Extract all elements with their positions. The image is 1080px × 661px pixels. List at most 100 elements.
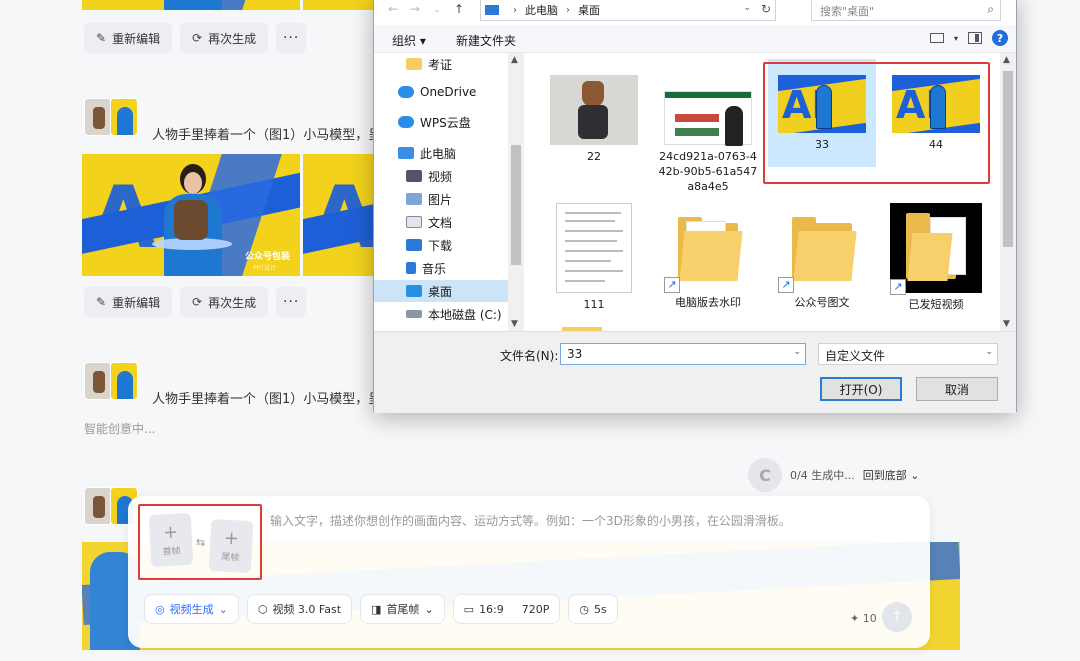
more-button[interactable]: ··· bbox=[276, 23, 307, 53]
shortcut-arrow-icon: ↗ bbox=[664, 277, 680, 293]
address-row: ← → ⌄ ↑ › 此电脑 › 桌面 ⌄ ↻ 搜索"桌面" ⌕ bbox=[374, 0, 1016, 23]
file-item-wechat-articles[interactable]: ↗ 公众号图文 bbox=[768, 213, 876, 310]
folder-shortcut-icon: ↗ bbox=[778, 213, 866, 293]
dialog-footer: 文件名(N): 33 ⌄ 自定义文件 ⌄ 打开(O) 取消 bbox=[374, 331, 1016, 413]
prompt-text: 人物手里捧着一个（图1）小马模型，呈现 bbox=[152, 128, 395, 143]
new-folder-button[interactable]: 新建文件夹 bbox=[456, 32, 516, 49]
nav-item-local-disk[interactable]: 本地磁盘 (C:) bbox=[374, 303, 508, 325]
reference-image-person[interactable] bbox=[110, 98, 138, 136]
file-grid-scrollbar[interactable]: ▲ ▼ bbox=[1000, 53, 1016, 331]
filetype-select[interactable]: 自定义文件 ⌄ bbox=[818, 343, 998, 365]
mode-select[interactable]: ◎ 视频生成 ⌄ bbox=[144, 594, 239, 624]
sparkle-icon: ✦ bbox=[850, 612, 860, 625]
document-thumbnail bbox=[556, 203, 632, 293]
address-bar[interactable]: › 此电脑 › 桌面 ⌄ ↻ bbox=[480, 0, 776, 21]
chevron-down-icon[interactable]: ⌄ bbox=[743, 3, 751, 13]
more-button[interactable]: ··· bbox=[276, 287, 307, 317]
re-edit-button[interactable]: ✎ 重新编辑 bbox=[84, 287, 173, 317]
regenerate-button[interactable]: ⟳ 再次生成 bbox=[180, 23, 269, 53]
last-frame-upload[interactable]: + 尾帧 bbox=[208, 518, 254, 574]
regenerate-button[interactable]: ⟳ 再次生成 bbox=[180, 287, 269, 317]
refresh-icon: ⟳ bbox=[192, 295, 203, 309]
nav-item-videos[interactable]: 视频 bbox=[374, 165, 508, 187]
breadcrumb-this-pc[interactable]: 此电脑 bbox=[525, 2, 558, 18]
nav-item-onedrive[interactable]: OneDrive bbox=[374, 81, 508, 103]
edit-icon: ✎ bbox=[96, 31, 107, 45]
prompt-input[interactable]: 输入文字，描述你想创作的画面内容、运动方式等。例如：一个3D形象的小男孩，在公园… bbox=[270, 512, 791, 529]
video-icon bbox=[406, 170, 422, 182]
ratio-resolution-select[interactable]: ▭ 16:9 720P bbox=[452, 594, 561, 624]
organize-menu[interactable]: 组织 ▾ bbox=[392, 32, 426, 49]
computer-icon bbox=[398, 147, 414, 159]
send-button[interactable]: ↑ bbox=[882, 602, 912, 632]
scroll-up-icon[interactable]: ▲ bbox=[1003, 55, 1010, 65]
file-item-111[interactable]: 111 bbox=[540, 203, 648, 312]
prompt-text: 人物手里捧着一个（图1）小马模型，呈现 bbox=[152, 392, 395, 407]
swap-frames-icon[interactable]: ⇆ bbox=[196, 536, 205, 549]
thinking-status: 智能创意中... bbox=[84, 422, 156, 436]
reference-image-person[interactable] bbox=[110, 362, 138, 400]
chevron-down-icon[interactable]: ▾ bbox=[954, 34, 958, 43]
duration-select[interactable]: ◷ 5s bbox=[568, 594, 618, 624]
nav-item-kaozheng[interactable]: 考证 bbox=[374, 53, 508, 75]
forward-arrow-icon[interactable]: → bbox=[404, 2, 426, 16]
folder-icon bbox=[406, 58, 422, 70]
breadcrumb-desktop[interactable]: 桌面 bbox=[578, 2, 600, 18]
nav-item-pictures[interactable]: 图片 bbox=[374, 188, 508, 210]
download-icon bbox=[406, 239, 422, 251]
filename-input[interactable]: 33 ⌄ bbox=[560, 343, 806, 365]
recent-dropdown-icon[interactable]: ⌄ bbox=[426, 5, 448, 14]
help-icon[interactable]: ? bbox=[992, 30, 1008, 46]
reference-image-horse[interactable] bbox=[84, 362, 112, 400]
open-button[interactable]: 打开(O) bbox=[820, 377, 902, 401]
nav-item-this-pc[interactable]: 此电脑 bbox=[374, 142, 508, 164]
scroll-up-icon[interactable]: ▲ bbox=[511, 55, 518, 65]
shortcut-arrow-icon: ↗ bbox=[778, 277, 794, 293]
up-arrow-icon[interactable]: ↑ bbox=[448, 2, 470, 16]
result-image[interactable]: A 公众号包装 PPT设计 bbox=[82, 154, 300, 276]
nav-scrollbar[interactable]: ▲ ▼ bbox=[508, 53, 524, 331]
preview-pane-icon[interactable] bbox=[968, 32, 982, 44]
search-input[interactable]: 搜索"桌面" ⌕ bbox=[811, 0, 1001, 21]
picture-icon bbox=[406, 193, 422, 205]
reference-image-horse[interactable] bbox=[84, 98, 112, 136]
chevron-down-icon[interactable]: ⌄ bbox=[793, 347, 801, 357]
search-icon: ⌕ bbox=[987, 2, 994, 16]
model-select[interactable]: ⬡ 视频 3.0 Fast bbox=[246, 594, 353, 624]
result-actions-2: ✎ 重新编辑 ⟳ 再次生成 ··· bbox=[84, 287, 307, 317]
frame-upload-group: + 首帧 ⇆ + 尾帧 bbox=[138, 504, 262, 580]
scroll-to-bottom-button[interactable]: 回到底部 ⌄ bbox=[863, 467, 920, 483]
nav-item-music[interactable]: 音乐 bbox=[374, 257, 508, 279]
file-item-24cd921a[interactable]: 24cd921a-0763-442b-90b5-61a547a8a4e5 bbox=[654, 91, 762, 194]
composer-toolbar: ◎ 视频生成 ⌄ ⬡ 视频 3.0 Fast ◨ 首尾帧 ⌄ ▭ 16:9 72… bbox=[144, 594, 618, 624]
result-image[interactable]: A bbox=[82, 0, 300, 10]
folder-shortcut-icon: ↗ bbox=[664, 213, 752, 293]
nav-item-downloads[interactable]: 下载 bbox=[374, 234, 508, 256]
loading-icon: C bbox=[748, 458, 782, 492]
frame-mode-select[interactable]: ◨ 首尾帧 ⌄ bbox=[360, 594, 445, 624]
drive-icon bbox=[406, 310, 422, 318]
first-frame-upload[interactable]: + 首帧 bbox=[148, 512, 194, 568]
file-item-22[interactable]: 22 bbox=[540, 75, 648, 164]
nav-item-wps-cloud[interactable]: WPS云盘 bbox=[374, 111, 508, 133]
re-edit-button[interactable]: ✎ 重新编辑 bbox=[84, 23, 173, 53]
reference-image-horse[interactable] bbox=[84, 487, 112, 525]
nav-item-desktop[interactable]: 桌面 bbox=[374, 280, 508, 302]
file-item-watermark-remover[interactable]: ↗ 电脑版去水印 bbox=[654, 213, 762, 310]
scroll-down-icon[interactable]: ▼ bbox=[1003, 319, 1010, 329]
result-actions-1: ✎ 重新编辑 ⟳ 再次生成 ··· bbox=[84, 23, 307, 53]
reference-thumbnails bbox=[84, 362, 138, 400]
back-arrow-icon[interactable]: ← bbox=[382, 2, 404, 16]
scroll-down-icon[interactable]: ▼ bbox=[511, 319, 518, 329]
app-root: A A ✎重新编辑 ⟳再次生成 ··· 人物手里捧着一个（图1）小马模型，呈现 … bbox=[0, 0, 1080, 661]
video-mode-icon: ◎ bbox=[155, 602, 165, 616]
cancel-button[interactable]: 取消 bbox=[916, 377, 998, 401]
file-item-posted-videos[interactable]: ↗ 已发短视频 bbox=[882, 203, 990, 312]
cloud-icon bbox=[398, 116, 414, 128]
filename-label: 文件名(N): bbox=[500, 349, 559, 363]
progress-text: 0/4 生成中... bbox=[790, 469, 855, 482]
chevron-right-icon: › bbox=[513, 4, 517, 16]
nav-item-documents[interactable]: 文档 bbox=[374, 211, 508, 233]
refresh-icon[interactable]: ↻ bbox=[761, 2, 771, 16]
view-mode-icon[interactable] bbox=[929, 33, 944, 43]
